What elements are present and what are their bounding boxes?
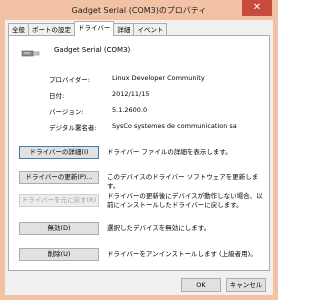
version-value: 5.1.2600.0 xyxy=(112,106,148,114)
driver-panel: Gadget Serial (COM3) プロバイダー: Linux Devel… xyxy=(8,35,270,271)
driver-details-desc: ドライバー ファイルの詳細を表示します。 xyxy=(107,148,232,156)
usb-device-icon xyxy=(21,50,40,57)
tab-bar: 全般 ポートの設定 ドライバー 詳細 イベント xyxy=(8,21,270,36)
cancel-button[interactable]: キャンセル xyxy=(226,278,266,292)
tab-driver[interactable]: ドライバー xyxy=(74,21,115,36)
uninstall-desc: ドライバーをアンインストールします (上級者用)。 xyxy=(107,250,257,258)
date-label: 日付: xyxy=(49,92,65,100)
window-title: Gadget Serial (COM3)のプロパティ xyxy=(71,6,207,15)
device-name: Gadget Serial (COM3) xyxy=(54,46,131,54)
update-driver-desc: このデバイスのドライバー ソフトウェアを更新します。 xyxy=(107,173,259,190)
uninstall-button[interactable]: 削除(U) xyxy=(19,248,99,261)
signer-value: SysCo systemes de communication sa xyxy=(112,122,237,130)
close-button[interactable]: ✕ xyxy=(242,0,272,16)
signer-label: デジタル署名者: xyxy=(49,124,97,132)
rollback-driver-button[interactable]: ドライバーを元に戻す(R) xyxy=(19,194,99,207)
provider-value: Linux Developer Community xyxy=(112,74,205,82)
ok-button[interactable]: OK xyxy=(181,278,221,292)
version-label: バージョン: xyxy=(49,108,84,116)
provider-label: プロバイダー: xyxy=(49,76,90,84)
rollback-driver-desc: ドライバーの更新後にデバイスが動作しない場合、以前にインストールしたドライバーに… xyxy=(107,192,263,209)
title-bar[interactable]: Gadget Serial (COM3)のプロパティ ✕ xyxy=(0,0,278,20)
disable-desc: 選択したデバイスを無効にします。 xyxy=(107,224,211,232)
update-driver-button[interactable]: ドライバーの更新(P)... xyxy=(19,171,99,184)
properties-dialog: Gadget Serial (COM3)のプロパティ ✕ 全般 ポートの設定 ド… xyxy=(0,0,278,300)
close-icon: ✕ xyxy=(252,2,262,13)
driver-details-button[interactable]: ドライバーの詳細(I) xyxy=(19,146,99,159)
date-value: 2012/11/15 xyxy=(112,90,150,98)
disable-button[interactable]: 無効(D) xyxy=(19,222,99,235)
